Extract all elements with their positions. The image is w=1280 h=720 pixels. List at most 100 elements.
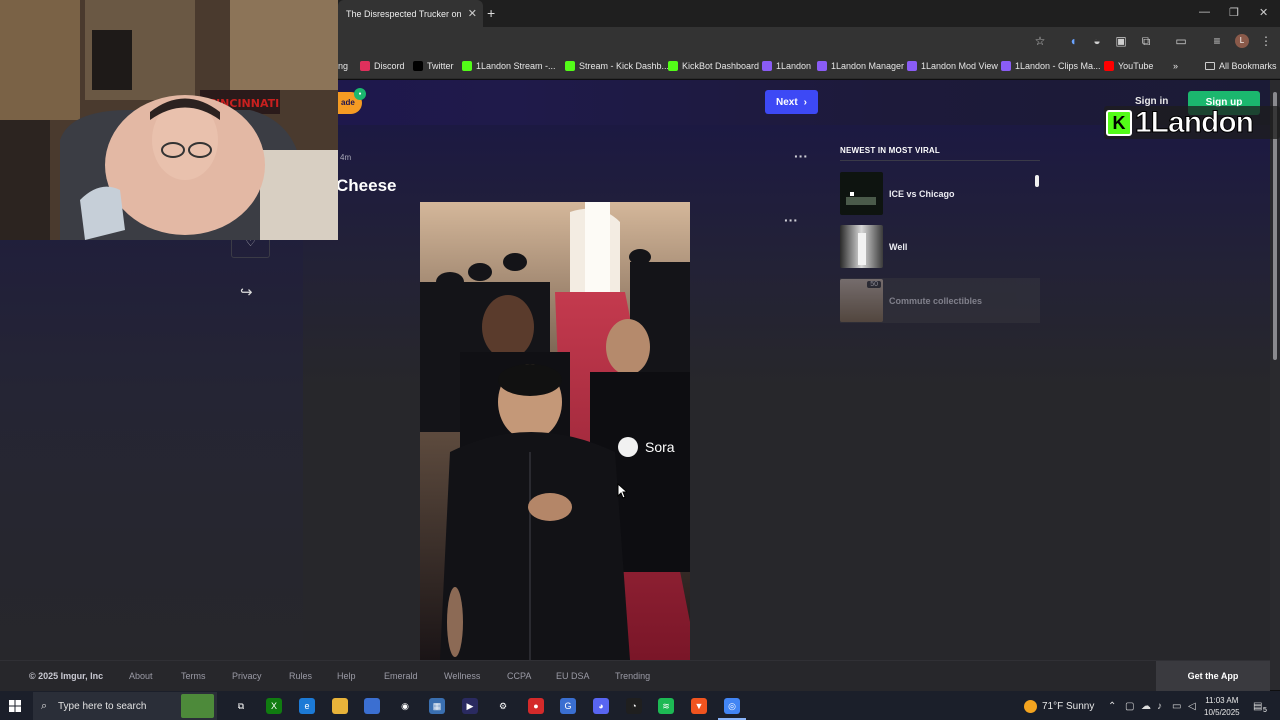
bookmark-label: Discord <box>374 61 405 71</box>
post-options-icon[interactable]: ··· <box>794 148 808 164</box>
extension-mask-icon[interactable]: ◒ <box>1090 34 1104 48</box>
bookmark-item[interactable]: KickBot Dashboard <box>668 61 759 71</box>
footer-copyright: © 2025 Imgur, Inc <box>29 671 104 681</box>
weather-text: 71°F Sunny <box>1042 701 1095 712</box>
bookmark-item[interactable]: 1Landon Manager <box>817 61 904 71</box>
window-close-icon[interactable]: ✕ <box>1259 6 1268 19</box>
tray-mic-icon[interactable]: ♪ <box>1157 701 1162 712</box>
bookmark-label: ng <box>338 61 349 71</box>
bookmark-label: 1Landon Mod View <box>921 61 998 71</box>
brave-icon[interactable]: ▼ <box>691 698 707 714</box>
webcam-image: CINCINNATI <box>0 0 338 240</box>
footer-link[interactable]: About <box>129 671 153 681</box>
bookmark-label: 1Landon <box>776 61 812 71</box>
tab-close-icon[interactable]: ✕ <box>468 7 477 20</box>
chrome-icon[interactable]: ◎ <box>724 698 740 714</box>
obs-icon[interactable]: ◉ <box>397 698 413 714</box>
notification-center-icon[interactable]: ▤ <box>1253 701 1262 712</box>
spotify-icon[interactable]: ≋ <box>658 698 674 714</box>
sora-logo-icon <box>618 437 638 457</box>
windows-start-icon[interactable] <box>9 700 21 712</box>
restore-icon[interactable]: ❐ <box>1229 6 1239 19</box>
sidebar-scroll-indicator[interactable] <box>1035 175 1039 187</box>
media-control-icon[interactable]: ≡ <box>1210 34 1224 48</box>
clock-time: 11:03 AM <box>1205 696 1239 705</box>
page-scrollbar[interactable] <box>1270 80 1280 690</box>
extensions-puzzle-icon[interactable]: ⧉ <box>1139 34 1153 48</box>
bookmark-item[interactable]: Stream - Kick Dashb... <box>565 61 669 71</box>
browser-menu-icon[interactable]: ⋮ <box>1259 34 1273 48</box>
media-options-icon[interactable]: ··· <box>784 212 798 228</box>
calculator-icon[interactable]: ▦ <box>429 698 445 714</box>
bookmark-item[interactable]: Twitter <box>413 61 454 71</box>
bookmark-item[interactable]: ng <box>338 61 348 71</box>
app-circle-icon[interactable]: ◔ <box>626 698 642 714</box>
bookmark-item[interactable]: 1Landon - Clips Ma... <box>1001 61 1101 71</box>
footer-link[interactable]: Privacy <box>232 671 262 681</box>
sidebar-item-commute-collectibles[interactable]: 50 Commute collectibles <box>840 278 1040 323</box>
store-icon[interactable] <box>364 698 380 714</box>
bookmark-item[interactable]: 1Landon Mod View <box>907 61 998 71</box>
weather-widget[interactable]: 71°F Sunny <box>1024 700 1094 713</box>
sidebar-item-label: Commute collectibles <box>889 295 983 306</box>
more-bookmarks-icon[interactable]: » <box>1173 61 1178 71</box>
footer-link[interactable]: Terms <box>181 671 206 681</box>
all-bookmarks[interactable]: All Bookmarks <box>1205 61 1277 71</box>
bookmark-favicon-icon <box>1104 61 1114 71</box>
post-video[interactable] <box>420 202 690 660</box>
extension-screen-icon[interactable]: ▣ <box>1114 34 1128 48</box>
tray-volume-icon[interactable]: ◁ <box>1188 701 1196 712</box>
footer-link[interactable]: Trending <box>615 671 650 681</box>
bookmark-item[interactable]: 1Landon Stream -... <box>462 61 556 71</box>
media-player-icon[interactable]: ▶ <box>462 698 478 714</box>
recorder-icon[interactable]: ● <box>528 698 544 714</box>
footer-link[interactable]: Help <box>337 671 356 681</box>
edge-icon[interactable]: e <box>299 698 315 714</box>
xbox-icon[interactable]: X <box>266 698 282 714</box>
footer-link[interactable]: EU DSA <box>556 671 590 681</box>
bookmark-favicon-icon <box>762 61 772 71</box>
minimize-icon[interactable]: — <box>1199 6 1210 18</box>
tray-chevron-icon[interactable]: ⌃ <box>1108 701 1116 712</box>
notification-count: 5 <box>1263 707 1267 714</box>
sidebar-item-ice-vs-chicago[interactable]: ICE vs Chicago <box>840 171 1040 216</box>
new-tab-icon[interactable]: + <box>487 5 495 21</box>
settings-gear-icon[interactable]: ⚙ <box>495 698 511 714</box>
discord-icon[interactable]: ◕ <box>593 698 609 714</box>
search-icon: ⌕ <box>41 700 48 712</box>
bookmark-label: Twitter <box>427 61 454 71</box>
bookmark-item[interactable]: 1Landon <box>762 61 811 71</box>
extension-audio-icon[interactable]: ◖ <box>1066 34 1080 48</box>
browser-tab-active[interactable]: The Disrespected Trucker on X ✕ <box>338 0 483 27</box>
post-title: Cheese <box>336 176 397 195</box>
app-icon[interactable]: G <box>560 698 576 714</box>
footer-link[interactable]: Emerald <box>384 671 418 681</box>
footer-link[interactable]: Wellness <box>444 671 480 681</box>
screen: The Disrespected Trucker on X ✕ + — ❐ ✕ … <box>0 0 1280 720</box>
task-view-icon[interactable]: ⧉ <box>233 698 249 714</box>
file-explorer-icon[interactable] <box>332 698 348 714</box>
bookmark-star-icon[interactable]: ☆ <box>1033 34 1047 48</box>
folder-icon <box>1205 62 1215 70</box>
bookmark-favicon-icon <box>565 61 575 71</box>
bookmark-label: Stream - Kick Dashb... <box>579 61 670 71</box>
tray-network-icon[interactable]: ☁ <box>1141 701 1151 712</box>
share-arrow-icon[interactable]: ↪ <box>240 283 253 301</box>
next-post-button[interactable]: Next › <box>765 90 818 114</box>
profile-avatar[interactable]: L <box>1235 34 1249 48</box>
tray-wifi-icon[interactable]: ▭ <box>1172 701 1181 712</box>
bookmark-item[interactable]: Discord <box>360 61 405 71</box>
cast-icon[interactable]: ▭ <box>1174 34 1188 48</box>
bookmark-favicon-icon <box>360 61 370 71</box>
footer-link[interactable]: CCPA <box>507 671 531 681</box>
sidebar-item-well[interactable]: Well <box>840 224 1040 269</box>
taskbar-clock[interactable]: 11:03 AM 10/5/2025 <box>1204 695 1240 719</box>
footer-link[interactable]: Rules <box>289 671 312 681</box>
sidebar-thumbnail <box>840 225 883 268</box>
tray-device-icon[interactable]: ▢ <box>1125 701 1134 712</box>
taskbar-search-input[interactable]: ⌕ Type here to search <box>33 692 217 720</box>
chevron-right-icon: › <box>803 96 808 108</box>
bookmark-item[interactable]: YouTube <box>1104 61 1153 71</box>
get-the-app-button[interactable]: Get the App <box>1156 661 1270 691</box>
bookmark-favicon-icon <box>462 61 472 71</box>
